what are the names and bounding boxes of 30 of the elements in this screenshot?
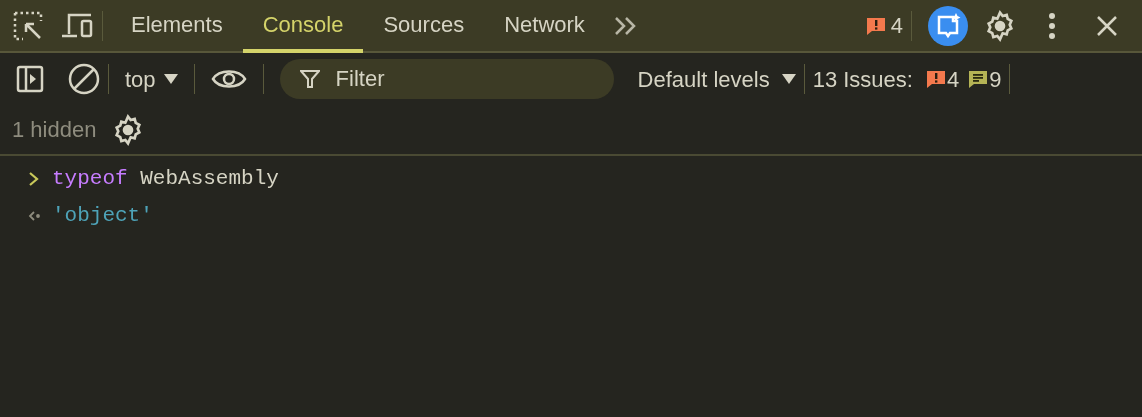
caret-icon: [163, 74, 178, 84]
issues-label[interactable]: 13 Issues:: [812, 62, 913, 96]
inspect-icon[interactable]: [12, 9, 44, 42]
close-icon[interactable]: [1096, 14, 1118, 37]
settings-icon[interactable]: [984, 9, 1016, 42]
console-result-text: 'object': [52, 202, 153, 229]
issue-info-count[interactable]: 9: [989, 62, 1002, 96]
ai-assistant-icon[interactable]: [928, 5, 968, 46]
more-options-icon[interactable]: [1048, 11, 1056, 40]
panel-tab[interactable]: Console: [242, 0, 364, 53]
panel-tab[interactable]: Network: [484, 0, 605, 53]
issue-error-count[interactable]: 4: [946, 62, 960, 96]
device-icon[interactable]: [60, 11, 94, 40]
console-command-text: typeof WebAssembly: [52, 165, 279, 192]
context-dropdown[interactable]: top: [117, 62, 186, 96]
hidden-count: 1 hidden: [12, 116, 97, 144]
filter-field[interactable]: Filter: [279, 59, 614, 99]
filter-icon: [299, 69, 320, 89]
eye-icon[interactable]: [210, 67, 247, 91]
caret-icon: [781, 74, 796, 84]
message-icon: [967, 68, 990, 90]
prompt-chevron-icon: [28, 170, 40, 187]
error-count[interactable]: 4: [890, 9, 903, 42]
result-arrow-icon: [28, 209, 40, 222]
levels-dropdown[interactable]: Default levels: [637, 62, 796, 96]
error-icon: [924, 68, 947, 90]
panel-tab[interactable]: Sources: [363, 0, 485, 53]
panel-tab[interactable]: Elements: [111, 0, 243, 53]
clear-icon[interactable]: [68, 63, 100, 95]
sidebar-toggle-icon[interactable]: [16, 65, 44, 93]
